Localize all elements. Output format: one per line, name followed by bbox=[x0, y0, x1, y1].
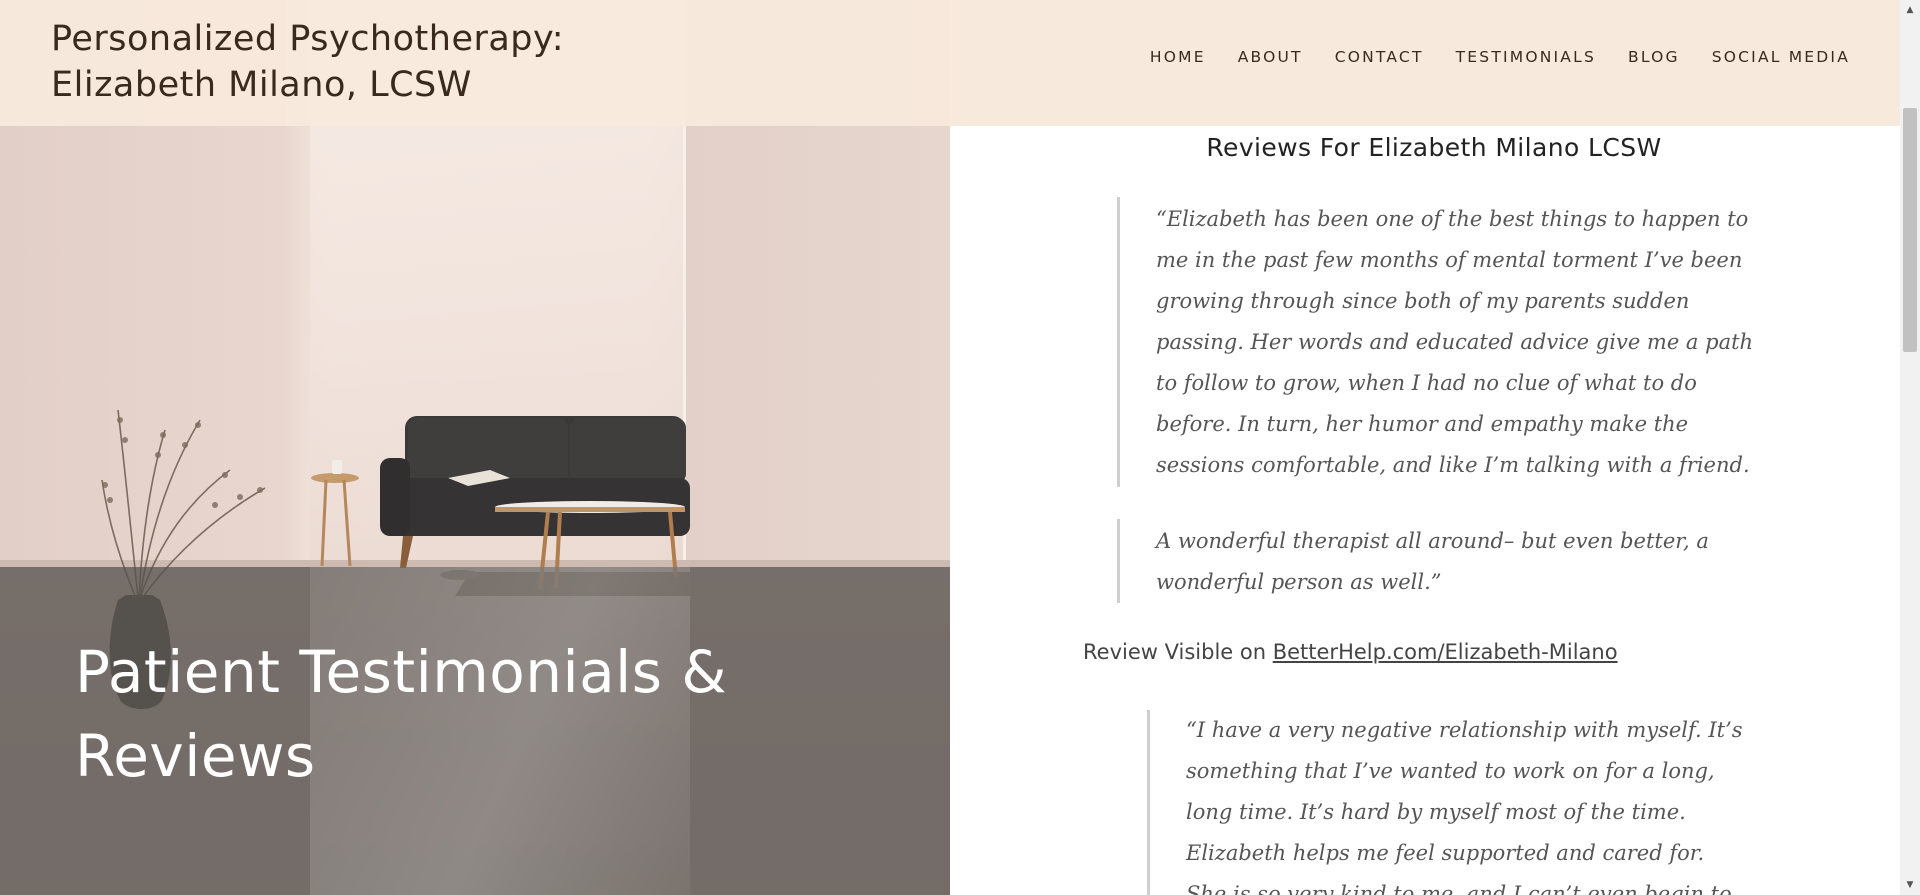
review-source: Review Visible on BetterHelp.com/Elizabe… bbox=[1083, 640, 1618, 664]
side-table-leg-2 bbox=[342, 479, 352, 567]
scroll-up-icon[interactable]: ▲ bbox=[1900, 2, 1920, 18]
nav-blog[interactable]: BLOG bbox=[1628, 48, 1680, 66]
site-title-line-1[interactable]: Personalized Psychotherapy: bbox=[51, 16, 611, 62]
nav-social-media[interactable]: SOCIAL MEDIA bbox=[1712, 48, 1850, 66]
sofa-cushion-right bbox=[570, 418, 686, 484]
sofa-arm bbox=[380, 458, 410, 536]
testimonial-quote-3: “I have a very negative relationship wit… bbox=[1147, 710, 1757, 895]
hero-title-line-1: Patient Testimonials & bbox=[75, 638, 728, 706]
reviews-heading: Reviews For Elizabeth Milano LCSW bbox=[1206, 133, 1662, 162]
mug bbox=[332, 460, 342, 474]
nav-testimonials[interactable]: TESTIMONIALS bbox=[1456, 48, 1596, 66]
side-table-top bbox=[311, 473, 359, 483]
quote-line: A wonderful therapist all around– but ev… bbox=[1156, 529, 1709, 553]
nav-about[interactable]: ABOUT bbox=[1238, 48, 1303, 66]
page-scrollbar[interactable]: ▲ ▼ bbox=[1900, 0, 1920, 895]
testimonial-quote-2: A wonderful therapist all around– but ev… bbox=[1117, 519, 1757, 603]
nav-contact[interactable]: CONTACT bbox=[1335, 48, 1424, 66]
quote-line: “Elizabeth has been one of the best thin… bbox=[1156, 207, 1749, 231]
quote-line: passing. Her words and educated advice g… bbox=[1156, 330, 1754, 354]
hero-title-line-2: Reviews bbox=[75, 722, 316, 790]
review-source-prefix: Review Visible on bbox=[1083, 640, 1273, 664]
scrollbar-thumb[interactable] bbox=[1903, 108, 1917, 352]
side-table-leg bbox=[320, 479, 328, 567]
coffee-table-edge bbox=[495, 507, 685, 512]
quote-line: wonderful person as well.” bbox=[1156, 570, 1442, 594]
site-title-line-2[interactable]: Elizabeth Milano, LCSW bbox=[51, 62, 611, 108]
branch-buds bbox=[102, 417, 263, 508]
nav-home[interactable]: HOME bbox=[1150, 48, 1206, 66]
quote-line: “I have a very negative relationship wit… bbox=[1186, 718, 1743, 742]
reviews-content: Reviews For Elizabeth Milano LCSW “Eliza… bbox=[950, 126, 1900, 895]
main-nav: HOME ABOUT CONTACT TESTIMONIALS BLOG SOC… bbox=[1150, 48, 1850, 66]
betterhelp-link[interactable]: BetterHelp.com/Elizabeth-Milano bbox=[1273, 640, 1618, 664]
quote-line: long time. It’s hard by myself most of t… bbox=[1186, 800, 1686, 824]
quote-line: sessions comfortable, and like I’m talki… bbox=[1156, 453, 1750, 477]
quote-line: me in the past few months of mental torm… bbox=[1156, 248, 1743, 272]
quote-line: She is so very kind to me, and I can’t e… bbox=[1186, 882, 1732, 895]
quote-line: growing through since both of my parents… bbox=[1156, 289, 1690, 313]
sofa-leg bbox=[400, 536, 413, 568]
scroll-down-icon[interactable]: ▼ bbox=[1900, 877, 1920, 893]
testimonial-quote-1: “Elizabeth has been one of the best thin… bbox=[1117, 197, 1757, 487]
site-title[interactable]: Personalized Psychotherapy: Elizabeth Mi… bbox=[51, 16, 611, 108]
quote-line: Elizabeth helps me feel supported and ca… bbox=[1186, 841, 1705, 865]
quote-line: to follow to grow, when I had no clue of… bbox=[1156, 371, 1697, 395]
quote-line: something that I’ve wanted to work on fo… bbox=[1186, 759, 1715, 783]
quote-line: before. In turn, her humor and empathy m… bbox=[1156, 412, 1689, 436]
hero-title: Patient Testimonials & Reviews bbox=[75, 630, 895, 798]
hero-panel: Patient Testimonials & Reviews bbox=[0, 0, 950, 895]
